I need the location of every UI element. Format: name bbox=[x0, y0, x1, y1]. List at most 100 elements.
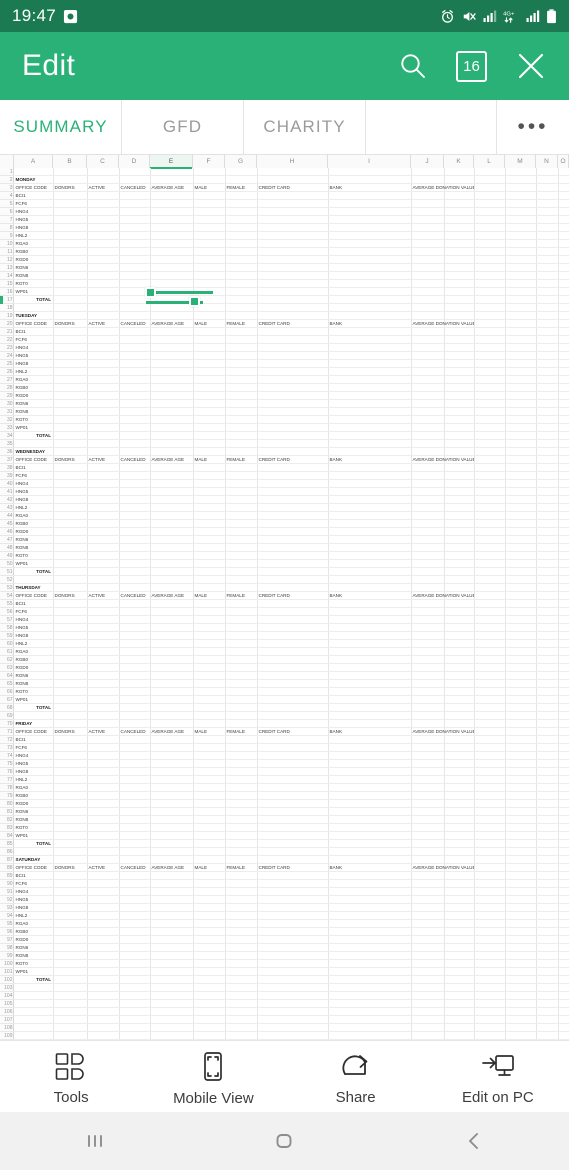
row-header-69[interactable]: 69 bbox=[0, 712, 14, 720]
day-title-cell[interactable]: TUESDAY bbox=[14, 312, 83, 320]
row-header-60[interactable]: 60 bbox=[0, 640, 14, 648]
row-header-102[interactable]: 102 bbox=[0, 976, 14, 984]
row-header-76[interactable]: 76 bbox=[0, 768, 14, 776]
column-label-cell[interactable]: AVERAGE DONATION VALUE bbox=[411, 864, 475, 872]
row-header-11[interactable]: 11 bbox=[0, 248, 14, 256]
row-header-92[interactable]: 92 bbox=[0, 896, 14, 904]
office-code-cell[interactable]: HNG4 bbox=[14, 344, 83, 352]
sheet-tab-gfd[interactable]: GFD bbox=[122, 100, 244, 154]
spreadsheet-grid[interactable]: ABCDEFGHIJKLMNO 1 2 3 4 5 6 7 8 9 10 11 12 13 14 15 16 1… bbox=[0, 155, 569, 1040]
office-code-cell[interactable]: HNG5 bbox=[14, 760, 83, 768]
office-code-cell[interactable]: RGB0 bbox=[14, 248, 83, 256]
mobile-view-button[interactable]: Mobile View bbox=[153, 1051, 273, 1107]
row-header-91[interactable]: 91 bbox=[0, 888, 14, 896]
office-code-cell[interactable]: HNG5 bbox=[14, 624, 83, 632]
office-code-cell[interactable]: RGA0 bbox=[14, 648, 83, 656]
office-code-cell[interactable]: FCF6 bbox=[14, 608, 83, 616]
row-header-78[interactable]: 78 bbox=[0, 784, 14, 792]
row-header-26[interactable]: 26 bbox=[0, 368, 14, 376]
row-header-30[interactable]: 30 bbox=[0, 400, 14, 408]
column-header-d[interactable]: D bbox=[119, 155, 150, 168]
office-code-cell[interactable]: HNL2 bbox=[14, 368, 83, 376]
office-code-cell[interactable]: HNL2 bbox=[14, 912, 83, 920]
row-header-61[interactable]: 61 bbox=[0, 648, 14, 656]
row-header-14[interactable]: 14 bbox=[0, 272, 14, 280]
office-code-cell[interactable]: RGB0 bbox=[14, 656, 83, 664]
column-header-b[interactable]: B bbox=[53, 155, 87, 168]
office-code-cell[interactable]: HNG5 bbox=[14, 488, 83, 496]
row-header-16[interactable]: 16 bbox=[0, 288, 14, 296]
column-label-cell[interactable]: AVERAGE DONATION VALUE bbox=[411, 728, 475, 736]
row-header-107[interactable]: 107 bbox=[0, 1016, 14, 1024]
row-header-80[interactable]: 80 bbox=[0, 800, 14, 808]
row-header-65[interactable]: 65 bbox=[0, 680, 14, 688]
office-code-cell[interactable]: RGN6 bbox=[14, 264, 83, 272]
row-header-18[interactable]: 18 bbox=[0, 304, 14, 312]
office-code-cell[interactable]: RGB0 bbox=[14, 520, 83, 528]
office-code-cell[interactable]: HNG8 bbox=[14, 768, 83, 776]
office-code-cell[interactable]: WP01 bbox=[14, 560, 83, 568]
row-header-62[interactable]: 62 bbox=[0, 656, 14, 664]
selection-handle-end[interactable] bbox=[189, 296, 200, 307]
office-code-cell[interactable]: RGT0 bbox=[14, 552, 83, 560]
row-header-29[interactable]: 29 bbox=[0, 392, 14, 400]
column-header-h[interactable]: H bbox=[257, 155, 328, 168]
office-code-cell[interactable]: HNL2 bbox=[14, 504, 83, 512]
row-header-63[interactable]: 63 bbox=[0, 664, 14, 672]
row-header-8[interactable]: 8 bbox=[0, 224, 14, 232]
column-label-cell[interactable]: AVERAGE DONATION VALUE bbox=[411, 320, 475, 328]
row-header-20[interactable]: 20 bbox=[0, 320, 14, 328]
row-header-66[interactable]: 66 bbox=[0, 688, 14, 696]
sheet-tab-charity[interactable]: CHARITY bbox=[244, 100, 366, 154]
row-header-88[interactable]: 88 bbox=[0, 864, 14, 872]
sheet-tabs-more-button[interactable]: ••• bbox=[497, 100, 569, 154]
office-code-cell[interactable]: RGN6 bbox=[14, 672, 83, 680]
edit-on-pc-button[interactable]: Edit on PC bbox=[438, 1052, 558, 1106]
row-header-95[interactable]: 95 bbox=[0, 920, 14, 928]
row-header-52[interactable]: 52 bbox=[0, 576, 14, 584]
office-code-cell[interactable]: RGN8 bbox=[14, 952, 83, 960]
office-code-cell[interactable]: WP01 bbox=[14, 696, 83, 704]
row-header-6[interactable]: 6 bbox=[0, 208, 14, 216]
recents-button[interactable] bbox=[50, 1129, 140, 1153]
column-label-cell[interactable]: AVERAGE DONATION VALUE bbox=[411, 184, 475, 192]
row-header-90[interactable]: 90 bbox=[0, 880, 14, 888]
row-header-94[interactable]: 94 bbox=[0, 912, 14, 920]
row-header-3[interactable]: 3 bbox=[0, 184, 14, 192]
row-header-67[interactable]: 67 bbox=[0, 696, 14, 704]
office-code-cell[interactable]: RGD0 bbox=[14, 256, 83, 264]
office-code-cell[interactable]: RGT0 bbox=[14, 824, 83, 832]
column-header-a[interactable]: A bbox=[14, 155, 53, 168]
row-header-46[interactable]: 46 bbox=[0, 528, 14, 536]
row-header-109[interactable]: 109 bbox=[0, 1032, 14, 1040]
day-title-cell[interactable]: MONDAY bbox=[14, 176, 83, 184]
column-header-k[interactable]: K bbox=[444, 155, 474, 168]
total-label-cell[interactable]: TOTAL bbox=[14, 976, 53, 984]
column-header-m[interactable]: M bbox=[505, 155, 536, 168]
row-header-27[interactable]: 27 bbox=[0, 376, 14, 384]
sheet-tab-summary[interactable]: SUMMARY bbox=[0, 100, 122, 154]
column-header-e[interactable]: E bbox=[150, 155, 193, 169]
row-header-89[interactable]: 89 bbox=[0, 872, 14, 880]
office-code-cell[interactable]: WP01 bbox=[14, 968, 83, 976]
column-header-j[interactable]: J bbox=[411, 155, 444, 168]
row-header-9[interactable]: 9 bbox=[0, 232, 14, 240]
office-code-cell[interactable]: RGN8 bbox=[14, 272, 83, 280]
row-header-31[interactable]: 31 bbox=[0, 408, 14, 416]
row-header-72[interactable]: 72 bbox=[0, 736, 14, 744]
office-code-cell[interactable]: RGB0 bbox=[14, 928, 83, 936]
office-code-cell[interactable]: RGN6 bbox=[14, 400, 83, 408]
row-header-49[interactable]: 49 bbox=[0, 552, 14, 560]
office-code-cell[interactable]: HNG8 bbox=[14, 360, 83, 368]
row-header-40[interactable]: 40 bbox=[0, 480, 14, 488]
office-code-cell[interactable]: RGD0 bbox=[14, 528, 83, 536]
row-header-108[interactable]: 108 bbox=[0, 1024, 14, 1032]
office-code-cell[interactable]: HNG4 bbox=[14, 208, 83, 216]
row-header-39[interactable]: 39 bbox=[0, 472, 14, 480]
row-header-42[interactable]: 42 bbox=[0, 496, 14, 504]
column-header-i[interactable]: I bbox=[328, 155, 411, 168]
office-code-cell[interactable]: BCI1 bbox=[14, 464, 83, 472]
row-header-99[interactable]: 99 bbox=[0, 952, 14, 960]
row-header-41[interactable]: 41 bbox=[0, 488, 14, 496]
office-code-cell[interactable]: HNG8 bbox=[14, 224, 83, 232]
